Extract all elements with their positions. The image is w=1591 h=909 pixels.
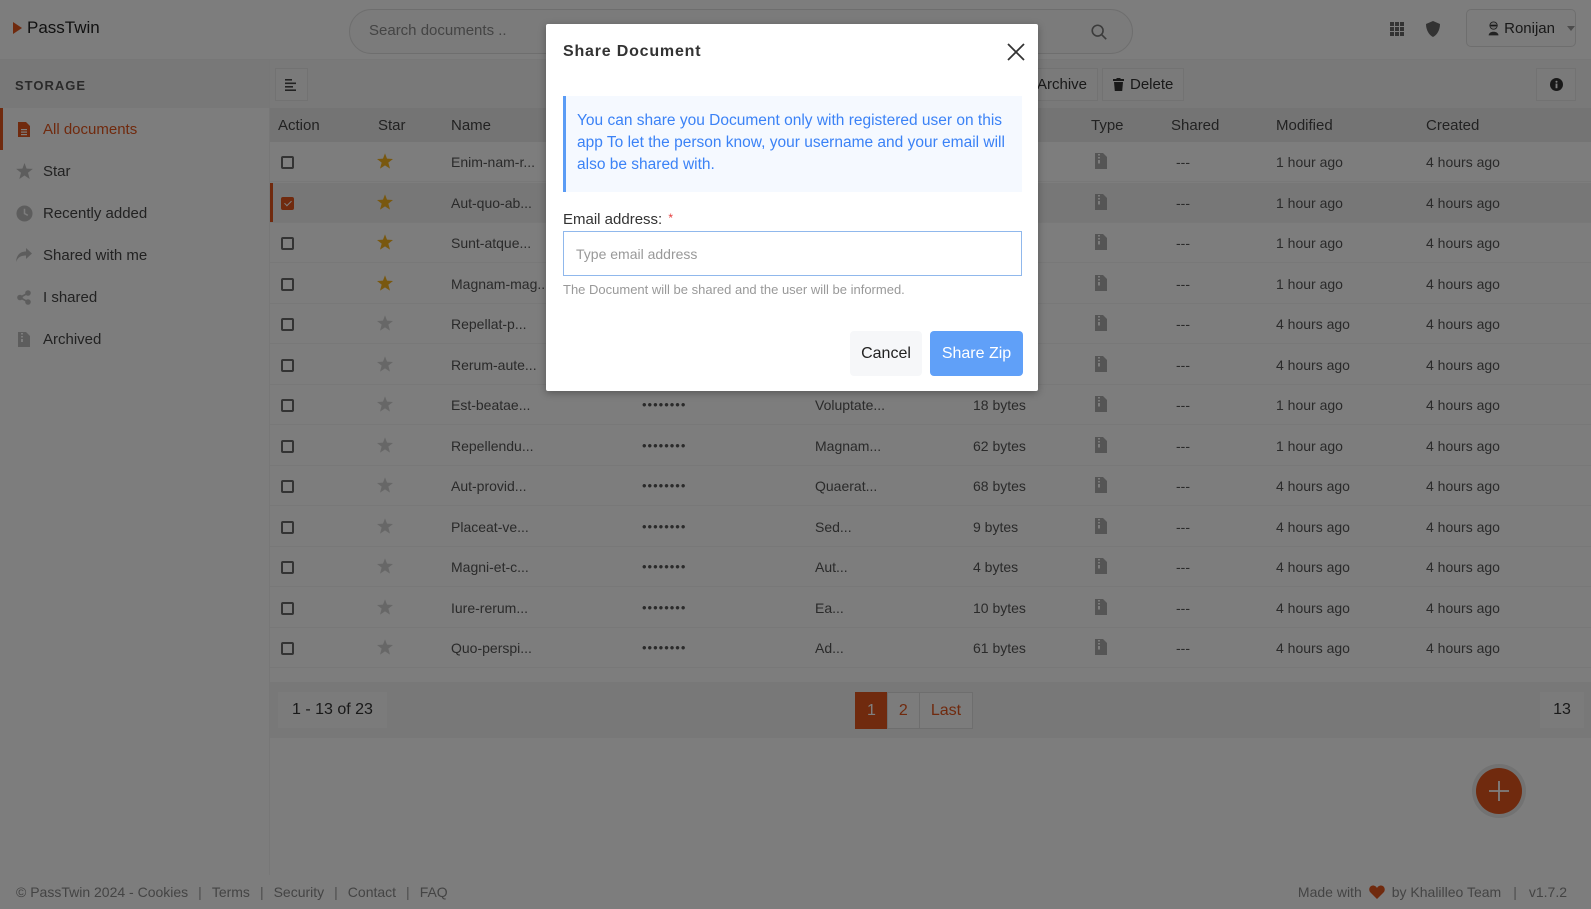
dialog-title: Share Document: [563, 43, 702, 60]
info-alert: You can share you Document only with reg…: [563, 96, 1022, 192]
email-label: Email address: *: [563, 211, 673, 228]
email-hint: The Document will be shared and the user…: [563, 282, 905, 297]
required-indicator: *: [668, 211, 674, 225]
email-field[interactable]: [563, 231, 1022, 276]
cancel-button[interactable]: Cancel: [850, 331, 922, 376]
share-zip-button[interactable]: Share Zip: [930, 331, 1023, 376]
close-icon[interactable]: [1006, 42, 1026, 62]
email-label-text: Email address:: [563, 211, 663, 228]
share-document-dialog: Share Document You can share you Documen…: [546, 24, 1038, 391]
